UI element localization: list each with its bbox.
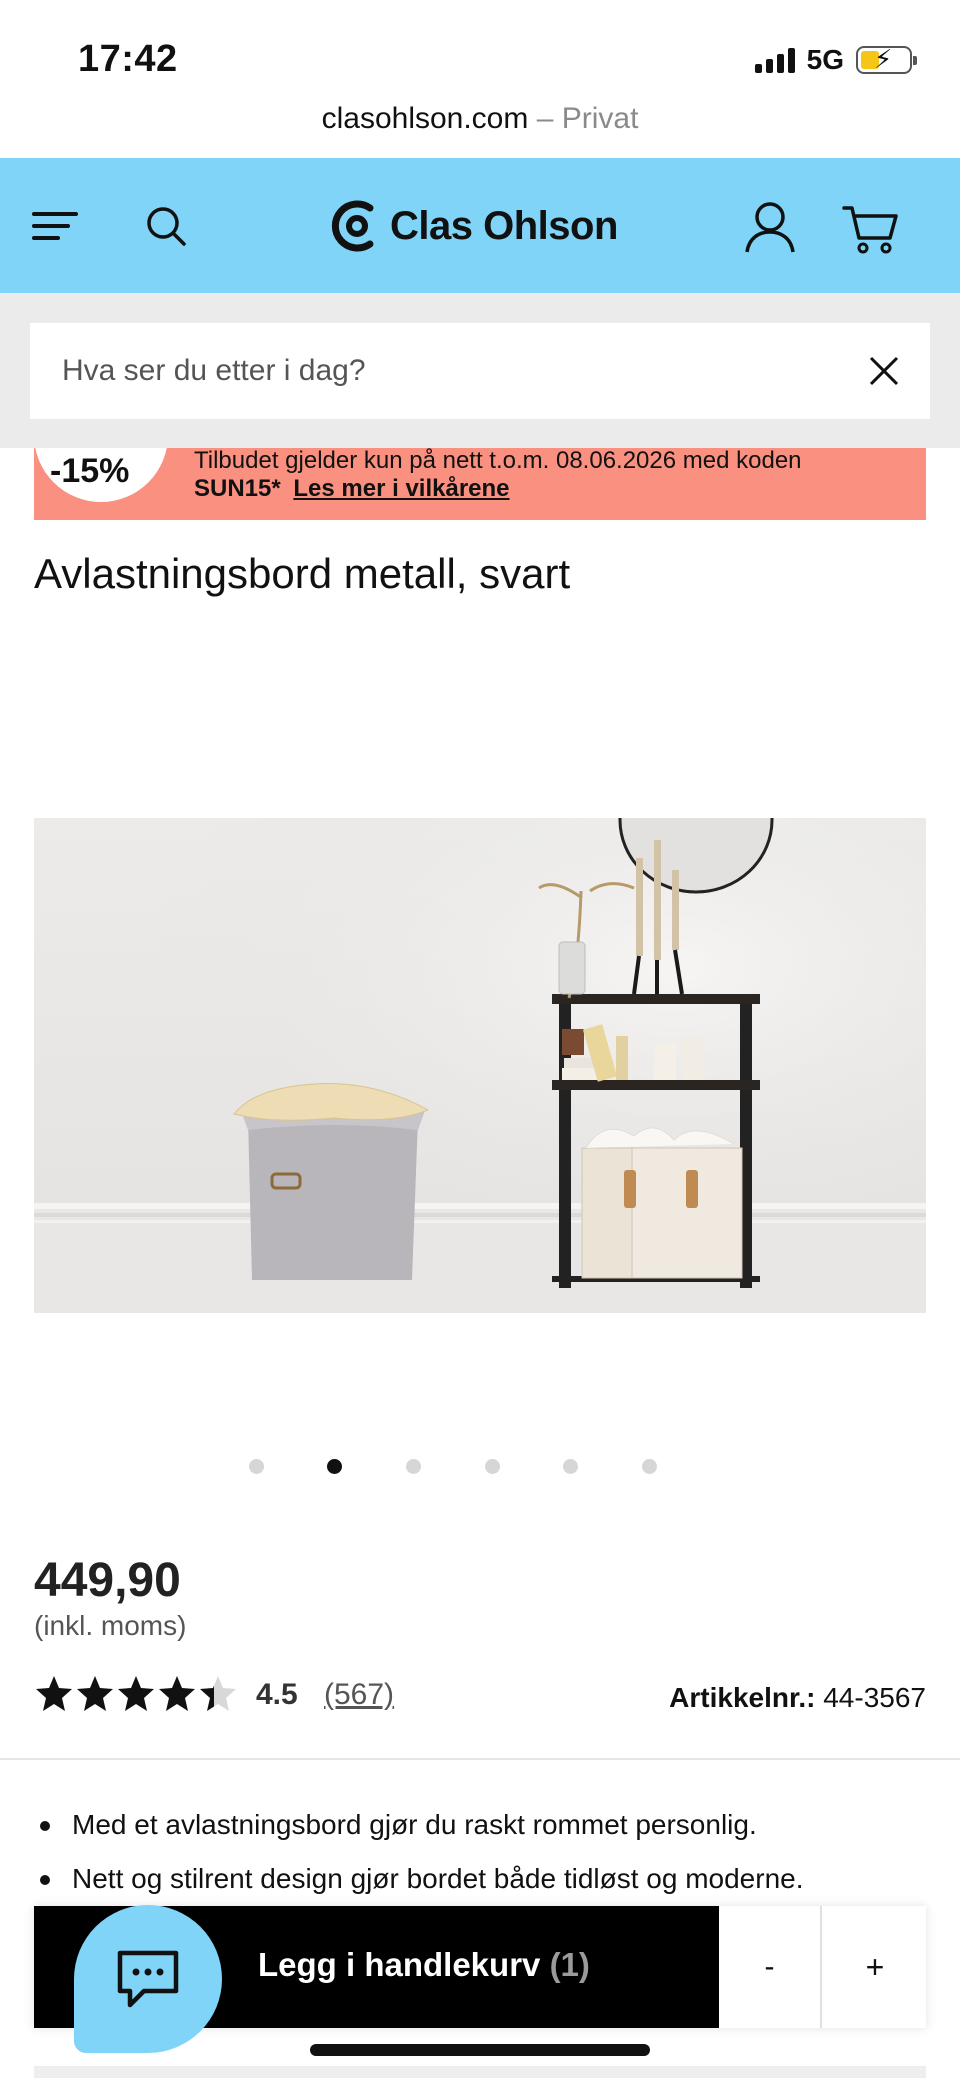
- private-mode-label: Privat: [561, 102, 639, 135]
- status-indicators: 5G ⚡: [754, 44, 917, 76]
- home-indicator[interactable]: [310, 2044, 650, 2056]
- url-domain: clasohlson.com: [321, 102, 529, 135]
- browser-url[interactable]: clasohlson.com – Privat: [0, 102, 960, 136]
- article-number: Artikkelnr.: 44-3567: [669, 1682, 926, 1714]
- search-box: [30, 323, 930, 419]
- logo-text: Clas Ohlson: [390, 203, 618, 248]
- star-icon: [118, 1676, 154, 1711]
- clas-ohlson-logo[interactable]: Clas Ohlson: [330, 196, 618, 256]
- vat-note: (inkl. moms): [34, 1610, 187, 1641]
- logo-mark-icon: [331, 200, 374, 252]
- product-image[interactable]: [34, 818, 926, 1313]
- gallery-dot[interactable]: [249, 1459, 264, 1474]
- star-icon: [159, 1676, 195, 1711]
- star-rating[interactable]: [34, 1674, 240, 1714]
- search-icon[interactable]: [144, 204, 188, 248]
- rating-value: 4.5: [256, 1678, 298, 1711]
- star-icon: [77, 1676, 113, 1711]
- add-to-cart-label: Legg i handlekurv: [258, 1946, 541, 1983]
- cart-icon[interactable]: [842, 202, 900, 256]
- promo-code: SUN15*: [194, 475, 281, 502]
- product-title: Avlastningsbord metall, svart: [34, 550, 571, 597]
- signal-icon: [754, 47, 795, 73]
- highlight-item: Nett og stilrent design gjør bordet både…: [34, 1852, 934, 1906]
- chat-icon: [117, 1950, 179, 2008]
- battery-icon: ⚡: [856, 44, 917, 74]
- account-icon[interactable]: [744, 200, 796, 254]
- gallery-dot[interactable]: [642, 1459, 657, 1474]
- promo-text: Tilbudet gjelder kun på nett t.o.m. 08.0…: [194, 448, 802, 474]
- site-header: Clas Ohlson: [0, 158, 960, 293]
- gallery-dot[interactable]: [485, 1459, 500, 1474]
- highlight-item: Med et avlastningsbord gjør du raskt rom…: [34, 1798, 934, 1852]
- divider: [0, 1758, 960, 1760]
- search-input[interactable]: [62, 323, 822, 419]
- search-bar-section: [0, 293, 960, 448]
- close-icon[interactable]: [868, 355, 900, 387]
- promo-banner: -15% Tilbudet gjelder kun på nett t.o.m.…: [34, 448, 926, 520]
- gallery-dot-active[interactable]: [327, 1459, 342, 1474]
- bottom-strip: [34, 2066, 926, 2078]
- status-bar: 17:42 5G ⚡ clasohlson.com – Privat: [0, 0, 960, 135]
- gallery-dot[interactable]: [563, 1459, 578, 1474]
- review-count-link[interactable]: (567): [324, 1678, 394, 1712]
- terms-link[interactable]: Les mer i vilkårene: [293, 475, 509, 502]
- network-type: 5G: [806, 44, 844, 75]
- gallery-pagination: [0, 1459, 960, 1475]
- article-value: 44-3567: [823, 1682, 926, 1713]
- quantity-increase-button[interactable]: +: [824, 1906, 926, 2028]
- quantity-decrease-button[interactable]: -: [719, 1906, 822, 2028]
- article-label: Artikkelnr.:: [669, 1682, 816, 1713]
- star-icon: [36, 1676, 72, 1711]
- cart-quantity-count: (1): [549, 1946, 590, 1983]
- product-price: 449,90: [34, 1554, 181, 1607]
- product-highlights: Med et avlastningsbord gjør du raskt rom…: [34, 1798, 934, 1906]
- status-time: 17:42: [78, 38, 178, 80]
- promo-code-line: SUN15* Les mer i vilkårene: [194, 475, 510, 503]
- menu-icon[interactable]: [32, 208, 80, 244]
- chat-button[interactable]: [74, 1905, 222, 2053]
- discount-badge: -15%: [34, 448, 168, 502]
- gallery-dot[interactable]: [406, 1459, 421, 1474]
